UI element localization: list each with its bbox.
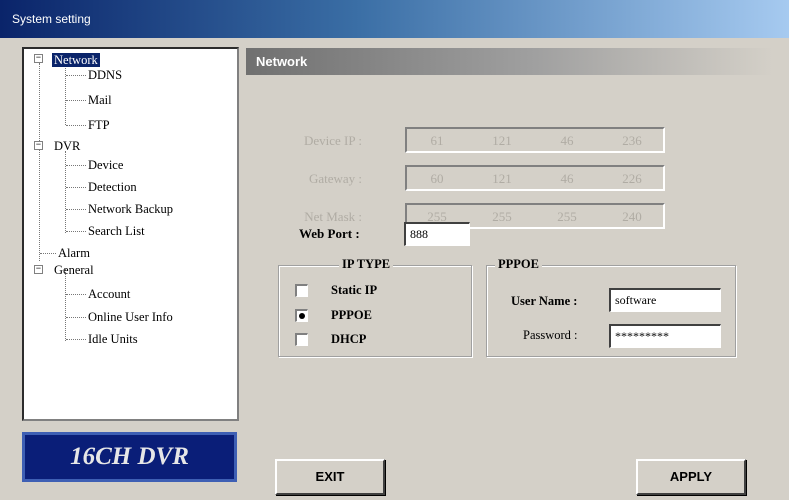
apply-button[interactable]: APPLY <box>636 459 746 495</box>
tree-item-dvr[interactable]: DVR <box>54 139 80 153</box>
net-mask-octet-3: 255 <box>557 209 577 224</box>
tree-connector <box>66 125 86 126</box>
device-ip-octet-2: 121 <box>492 133 512 148</box>
net-mask-label: Net Mask : <box>304 209 362 224</box>
tree-connector <box>66 75 86 76</box>
ip-type-group: IP TYPE Static IP PPPOE DHCP <box>278 257 472 357</box>
window-title: System setting <box>12 12 91 26</box>
gateway-octet-3: 46 <box>560 171 574 186</box>
device-ip-label: Device IP : <box>304 133 362 148</box>
tree-item-detection[interactable]: Detection <box>88 180 137 194</box>
device-ip-octet-4: 236 <box>622 133 642 148</box>
expand-general-icon[interactable]: − <box>34 265 43 274</box>
tree-item-online-user-info[interactable]: Online User Info <box>88 310 173 324</box>
gateway-octet-4: 226 <box>622 171 642 186</box>
tree-connector <box>66 339 86 340</box>
expand-network-icon[interactable]: − <box>34 54 43 63</box>
tree-connector <box>66 231 86 232</box>
tree-item-ddns[interactable]: DDNS <box>88 68 122 82</box>
user-name-input[interactable]: software <box>609 288 721 312</box>
device-ip-octet-1: 61 <box>430 133 444 148</box>
web-port-label: Web Port : <box>299 226 360 241</box>
password-label: Password : <box>523 328 578 342</box>
tree-dvr-line <box>65 151 66 233</box>
tree-item-network[interactable]: Network <box>52 53 100 67</box>
tree-item-search-list[interactable]: Search List <box>88 224 145 238</box>
radio-pppoe[interactable] <box>295 309 308 322</box>
device-ip-octet-3: 46 <box>560 133 574 148</box>
tree-item-network-backup[interactable]: Network Backup <box>88 202 173 216</box>
radio-dhcp[interactable] <box>295 333 308 346</box>
tree-root-line <box>39 63 40 261</box>
dvr-logo: 16CH DVR <box>22 432 237 482</box>
tree-connector <box>66 187 86 188</box>
device-ip-field: 61 121 46 236 <box>405 127 665 153</box>
user-name-label: User Name : <box>511 294 578 308</box>
net-mask-octet-2: 255 <box>492 209 512 224</box>
tree-item-ftp[interactable]: FTP <box>88 118 110 132</box>
exit-button[interactable]: EXIT <box>275 459 385 495</box>
tree-general-line <box>65 269 66 341</box>
tree-connector <box>40 253 56 254</box>
tree-item-alarm[interactable]: Alarm <box>58 246 90 260</box>
web-port-input[interactable]: 888 <box>404 222 470 246</box>
radio-static-ip[interactable] <box>295 284 308 297</box>
tree-connector <box>66 209 86 210</box>
tree-connector <box>66 317 86 318</box>
gateway-label: Gateway : <box>308 171 362 186</box>
gateway-octet-1: 60 <box>430 171 444 186</box>
tree-item-idle-units[interactable]: Idle Units <box>88 332 138 346</box>
pppoe-title: PPPOE <box>495 257 542 272</box>
tree-item-device[interactable]: Device <box>88 158 123 172</box>
gateway-octet-2: 121 <box>492 171 512 186</box>
system-setting-window: System setting − − − Network DDNS Mail F… <box>0 0 789 500</box>
password-input[interactable]: ********* <box>609 324 721 348</box>
pppoe-group: PPPOE User Name : software Password : **… <box>486 257 736 357</box>
tree-item-general[interactable]: General <box>54 263 94 277</box>
tree-network-line <box>65 63 66 125</box>
settings-tree[interactable]: − − − Network DDNS Mail FTP DVR Device D… <box>22 47 239 421</box>
ip-type-title: IP TYPE <box>339 257 394 272</box>
expand-dvr-icon[interactable]: − <box>34 141 43 150</box>
tree-item-account[interactable]: Account <box>88 287 130 301</box>
radio-pppoe-label[interactable]: PPPOE <box>331 308 372 323</box>
radio-static-ip-label[interactable]: Static IP <box>331 283 377 298</box>
tree-item-mail[interactable]: Mail <box>88 93 112 107</box>
panel-title: Network <box>246 48 773 75</box>
window-title-bar[interactable]: System setting <box>0 0 789 38</box>
tree-connector <box>66 165 86 166</box>
tree-connector <box>66 294 86 295</box>
radio-dhcp-label[interactable]: DHCP <box>331 332 366 347</box>
tree-connector <box>66 100 86 101</box>
net-mask-octet-4: 240 <box>622 209 642 224</box>
gateway-field: 60 121 46 226 <box>405 165 665 191</box>
